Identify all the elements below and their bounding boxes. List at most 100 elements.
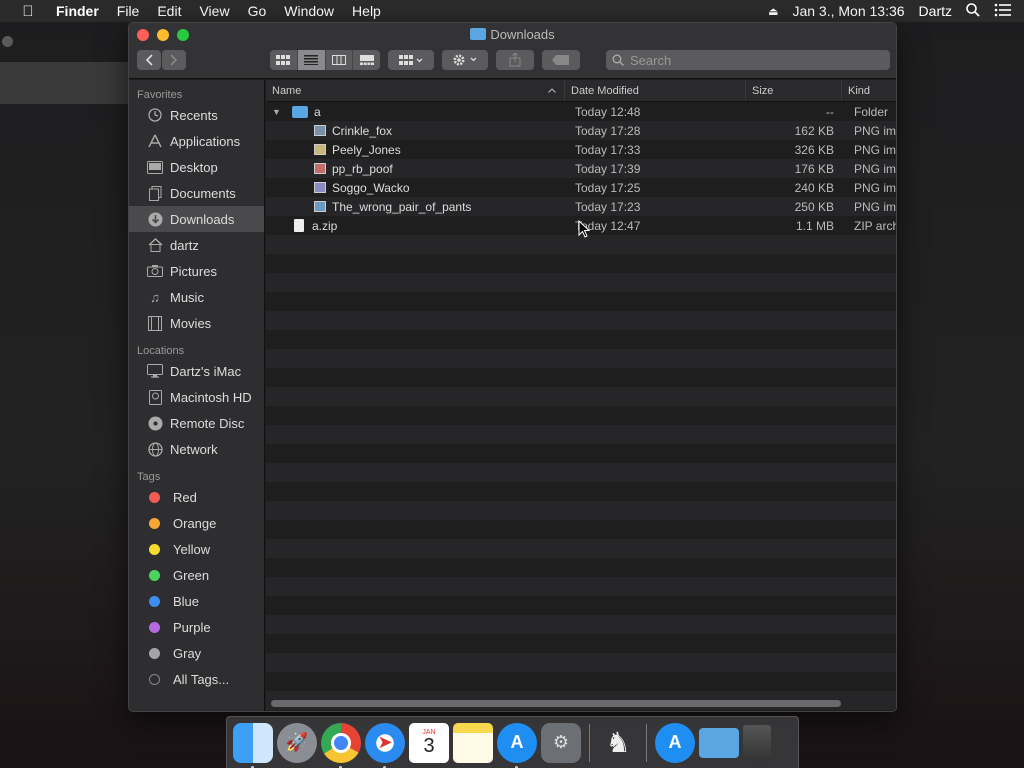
sidebar-item-downloads[interactable]: Downloads	[129, 206, 264, 232]
sidebar-tag-blue[interactable]: Blue	[129, 588, 264, 614]
sidebar-tag-green[interactable]: Green	[129, 562, 264, 588]
dock-chrome-icon[interactable]	[321, 722, 361, 768]
dock-system-preferences-icon[interactable]: ⚙	[541, 722, 581, 763]
menu-help[interactable]: Help	[343, 3, 390, 19]
menu-window[interactable]: Window	[275, 3, 343, 19]
file-name: Crinkle_fox	[332, 123, 393, 138]
home-icon	[146, 237, 164, 253]
sidebar-item-recents[interactable]: Recents	[129, 102, 264, 128]
disclosure-triangle-icon[interactable]: ▼	[272, 107, 286, 117]
gallery-icon	[359, 55, 374, 65]
sidebar-tag-purple[interactable]: Purple	[129, 614, 264, 640]
dock-downloads-folder-icon[interactable]	[699, 727, 739, 758]
empty-row	[266, 539, 896, 558]
file-kind: PNG ima	[854, 199, 896, 214]
group-by-button[interactable]	[388, 50, 434, 70]
sidebar-section-locations: Locations	[137, 345, 185, 357]
menu-finder[interactable]: Finder	[56, 3, 108, 19]
menubar-clock[interactable]: Jan 3., Mon 13:36	[792, 3, 904, 19]
menu-file[interactable]: File	[108, 3, 149, 19]
empty-row	[266, 368, 896, 387]
sidebar-section-tags: Tags	[137, 471, 161, 483]
sidebar-tag-yellow[interactable]: Yellow	[129, 536, 264, 562]
empty-row	[266, 444, 896, 463]
chevron-right-icon	[170, 54, 178, 66]
sidebar-item-pictures[interactable]: Pictures	[129, 258, 264, 284]
dock-applications-folder-icon[interactable]: A	[655, 722, 695, 763]
dock-finder-icon[interactable]	[233, 722, 273, 768]
table-row[interactable]: Soggo_Wacko Today 17:25 240 KB PNG ima	[266, 178, 896, 197]
sidebar-tag-red[interactable]: Red	[129, 484, 264, 510]
sidebar-item-remote-disc[interactable]: Remote Disc	[129, 410, 264, 436]
edit-tags-button[interactable]	[542, 50, 580, 70]
folder-icon	[470, 28, 487, 40]
sidebar-item-documents[interactable]: Documents	[129, 180, 264, 206]
horizontal-scrollbar[interactable]	[271, 700, 841, 707]
eject-icon[interactable]: ⏏	[768, 5, 778, 18]
action-menu-button[interactable]	[442, 50, 488, 70]
sidebar-item-home[interactable]: dartz	[129, 232, 264, 258]
dock-safari-icon[interactable]: ➤	[365, 722, 405, 768]
dock-calendar-icon[interactable]: JAN 3	[409, 722, 449, 763]
empty-row	[266, 311, 896, 330]
dock-trash-icon[interactable]	[743, 724, 771, 761]
file-name: Peely_Jones	[332, 142, 401, 157]
table-row[interactable]: The_wrong_pair_of_pants Today 17:23 250 …	[266, 197, 896, 216]
sidebar-item-applications[interactable]: Applications	[129, 128, 264, 154]
menu-bar:  Finder File Edit View Go Window Help ⏏…	[0, 0, 1024, 22]
file-list: Name Date Modified Size Kind ▼ a Today 1…	[266, 80, 896, 711]
menu-edit[interactable]: Edit	[148, 3, 190, 19]
image-file-icon	[314, 144, 326, 155]
spotlight-search-icon[interactable]	[966, 2, 980, 20]
sidebar-tag-gray[interactable]: Gray	[129, 640, 264, 666]
table-row[interactable]: Crinkle_fox Today 17:28 162 KB PNG ima	[266, 121, 896, 140]
forward-button[interactable]	[162, 50, 186, 70]
table-row-folder-a[interactable]: ▼ a Today 12:48 -- Folder	[266, 102, 896, 121]
apple-menu-icon[interactable]: 	[0, 3, 56, 20]
search-input[interactable]	[630, 52, 870, 68]
menu-go[interactable]: Go	[239, 3, 276, 19]
sidebar-tag-orange[interactable]: Orange	[129, 510, 264, 536]
dock-chess-icon[interactable]: ♞	[598, 723, 638, 763]
menubar-user[interactable]: Dartz	[919, 3, 952, 19]
empty-row	[266, 330, 896, 349]
menu-view[interactable]: View	[190, 3, 238, 19]
sidebar-item-desktop[interactable]: Desktop	[129, 154, 264, 180]
table-row[interactable]: Peely_Jones Today 17:33 326 KB PNG ima	[266, 140, 896, 159]
sidebar-item-music[interactable]: ♫ Music	[129, 284, 264, 310]
gallery-view-button[interactable]	[353, 50, 380, 70]
sidebar-item-macintosh-hd[interactable]: Macintosh HD	[129, 384, 264, 410]
folder-icon	[292, 105, 308, 118]
file-rows: ▼ a Today 12:48 -- Folder Crinkle_fox To…	[266, 102, 896, 711]
column-header-size[interactable]: Size	[746, 80, 842, 101]
tag-color-dot	[149, 595, 160, 607]
tag-icon	[552, 55, 569, 65]
list-view-button[interactable]	[297, 50, 326, 70]
share-button[interactable]	[496, 50, 534, 70]
tag-color-dot	[149, 517, 160, 529]
dock-app-store-icon[interactable]: A	[497, 722, 537, 768]
sidebar-item-movies[interactable]: Movies	[129, 310, 264, 336]
dock: 🚀 ➤ JAN 3 A ⚙ ♞ A	[226, 716, 799, 768]
file-name: Soggo_Wacko	[332, 180, 410, 195]
dock-launchpad-icon[interactable]: 🚀	[277, 722, 317, 763]
notification-center-icon[interactable]	[994, 3, 1012, 20]
column-header-date-modified[interactable]: Date Modified	[565, 80, 746, 101]
sidebar-item-network[interactable]: Network	[129, 436, 264, 462]
file-kind: PNG ima	[854, 180, 896, 195]
search-field[interactable]	[606, 50, 890, 70]
imac-icon	[146, 363, 164, 379]
empty-row	[266, 463, 896, 482]
file-date: Today 17:39	[575, 161, 641, 176]
sidebar-tag-all-tags[interactable]: All Tags...	[129, 666, 264, 692]
sidebar-item-imac[interactable]: Dartz's iMac	[129, 358, 264, 384]
column-view-button[interactable]	[326, 50, 354, 70]
icon-view-button[interactable]	[270, 50, 298, 70]
table-row[interactable]: pp_rb_poof Today 17:39 176 KB PNG ima	[266, 159, 896, 178]
empty-row	[266, 406, 896, 425]
column-header-kind[interactable]: Kind	[842, 80, 896, 101]
file-name: a.zip	[312, 218, 338, 233]
column-header-name[interactable]: Name	[266, 80, 565, 101]
back-button[interactable]	[137, 50, 161, 70]
dock-notes-icon[interactable]	[453, 722, 493, 763]
